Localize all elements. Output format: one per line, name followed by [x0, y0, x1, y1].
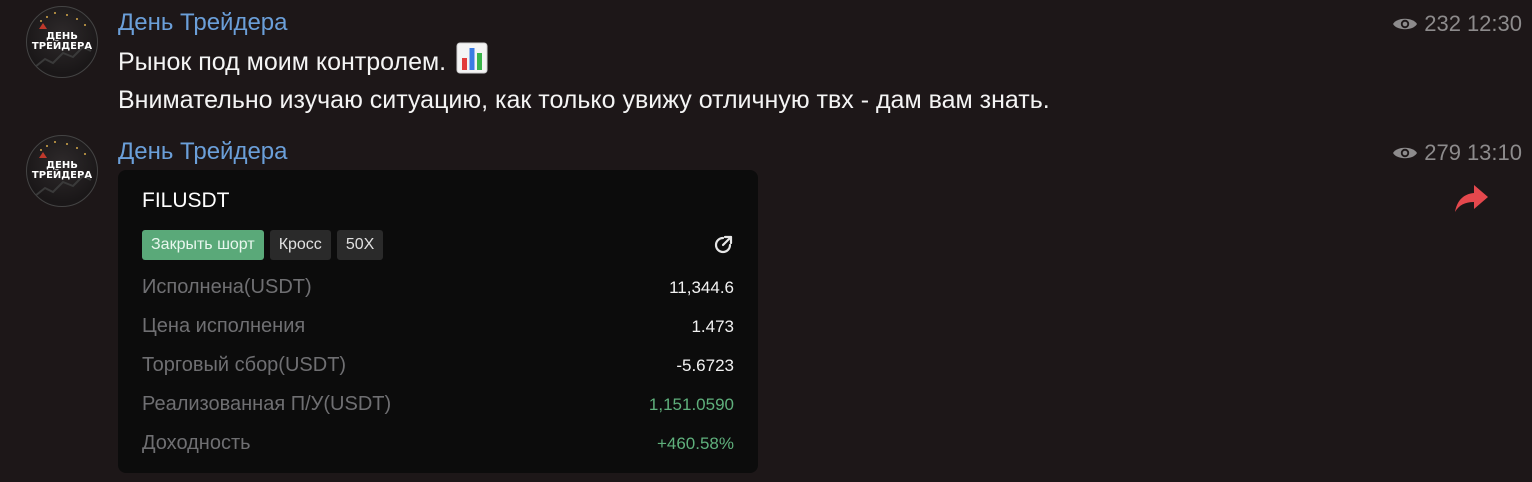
tag-margin-mode: Кросс	[269, 230, 331, 260]
detail-label: Исполнена(USDT)	[142, 276, 312, 298]
tag-leverage: 50X	[336, 230, 384, 260]
detail-value: 1.473	[691, 316, 734, 336]
avatar-logo-text: ДЕНЬ ТРЕЙДЕРА	[31, 31, 93, 52]
detail-label: Реализованная П/У(USDT)	[142, 393, 392, 415]
message-line-1: Рынок под моим контролем.	[118, 48, 447, 76]
detail-label: Цена исполнения	[142, 315, 306, 337]
avatar-logo-text: ДЕНЬ ТРЕЙДЕРА	[31, 160, 93, 181]
detail-value: 1,151.0590	[648, 394, 734, 414]
bar-chart-emoji	[456, 42, 488, 83]
message-time: 12:30	[1466, 11, 1522, 36]
sender-name[interactable]: День Трейдера	[118, 9, 288, 37]
detail-value: +460.58%	[656, 433, 734, 453]
share-icon	[712, 234, 734, 261]
message-2: ДЕНЬ ТРЕЙДЕРА День Трейдера 279 13:10 FI…	[0, 128, 1532, 482]
detail-label: Доходность	[142, 432, 251, 454]
view-count: 279	[1424, 140, 1461, 165]
trade-tags: Закрыть шорт Кросс 50X	[142, 230, 384, 260]
detail-value: -5.6723	[676, 355, 734, 375]
detail-value: 11,344.6	[669, 277, 734, 297]
detail-row-pnl: Реализованная П/У(USDT) 1,151.0590	[142, 385, 734, 424]
eye-icon	[1393, 18, 1418, 30]
detail-label: Торговый сбор(USDT)	[142, 354, 347, 376]
message-time: 13:10	[1466, 140, 1522, 165]
message-text: Рынок под моим контролем. Внимательно из…	[118, 42, 1050, 117]
detail-row-price: Цена исполнения 1.473	[142, 307, 734, 346]
view-count: 232	[1424, 11, 1461, 36]
tag-close-short: Закрыть шорт	[142, 230, 264, 260]
message-line-2: Внимательно изучаю ситуацию, как только …	[118, 86, 1050, 114]
forward-arrow-icon[interactable]	[1454, 183, 1490, 218]
message-meta: 232 12:30	[1392, 11, 1522, 37]
sender-name[interactable]: День Трейдера	[118, 138, 288, 166]
eye-icon	[1393, 147, 1418, 159]
trade-card-image[interactable]: FILUSDT Закрыть шорт Кросс 50X Исполнена…	[118, 170, 758, 473]
message-meta: 279 13:10	[1392, 140, 1522, 166]
trade-pair: FILUSDT	[142, 189, 230, 212]
message-1: ДЕНЬ ТРЕЙДЕРА День Трейдера 232 12:30 Ры…	[0, 0, 1532, 120]
detail-row-roi: Доходность +460.58%	[142, 424, 734, 463]
channel-avatar[interactable]: ДЕНЬ ТРЕЙДЕРА	[26, 135, 98, 207]
detail-row-fee: Торговый сбор(USDT) -5.6723	[142, 346, 734, 385]
channel-avatar[interactable]: ДЕНЬ ТРЕЙДЕРА	[26, 6, 98, 78]
detail-row-filled: Исполнена(USDT) 11,344.6	[142, 268, 734, 307]
trade-details: Исполнена(USDT) 11,344.6 Цена исполнения…	[142, 268, 734, 463]
